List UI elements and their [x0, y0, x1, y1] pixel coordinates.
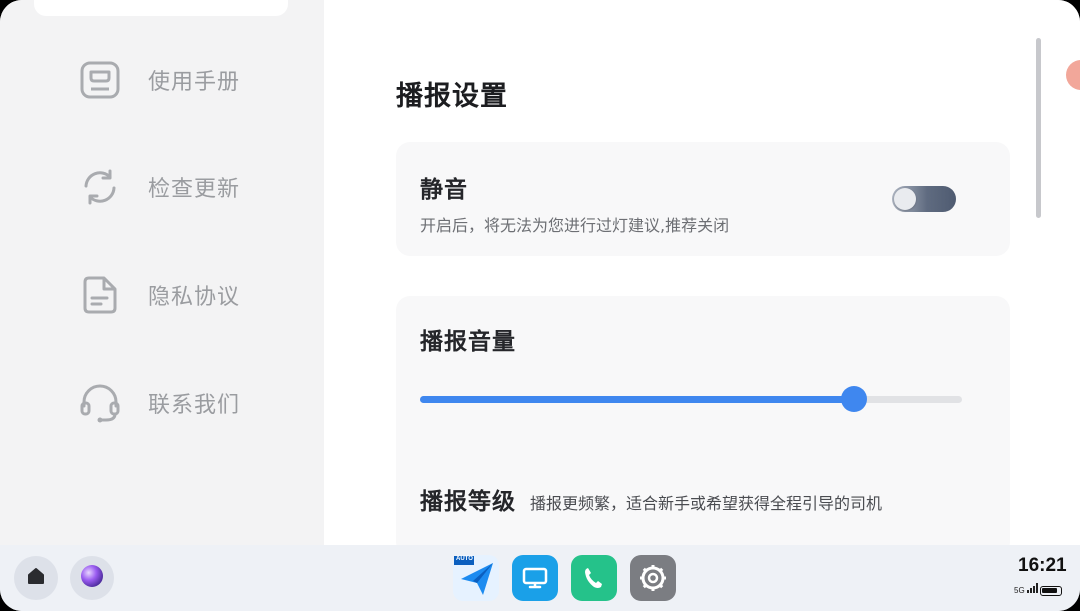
volume-title: 播报音量: [420, 329, 516, 355]
toggle-knob: [894, 188, 916, 210]
assistant-button[interactable]: [70, 556, 114, 600]
network-label: 5G: [1014, 586, 1025, 595]
dock: AUTO 16:21 5G: [0, 545, 1080, 611]
refresh-icon: [78, 165, 122, 209]
floating-edge-button[interactable]: [1066, 60, 1080, 90]
screen: 使用手册 检查更新 隐私协议 联系我们 播报设置 静音 开启后，将无法为您进行过…: [0, 0, 1080, 611]
broadcast-level-row[interactable]: 播报等级 播报更频繁，适合新手或希望获得全程引导的司机: [420, 482, 882, 516]
sidebar-item-label: 隐私协议: [148, 285, 241, 310]
sidebar-item-label: 使用手册: [148, 70, 241, 95]
assistant-orb-icon: [80, 564, 104, 592]
network-indicator: 5G: [1014, 583, 1039, 595]
screen-app-icon[interactable]: [512, 555, 558, 601]
scrollbar[interactable]: [1036, 38, 1041, 218]
sidebar-item-check-update[interactable]: 检查更新: [78, 163, 298, 211]
sidebar-item-contact[interactable]: 联系我们: [78, 379, 298, 427]
sidebar: 使用手册 检查更新 隐私协议 联系我们: [0, 0, 324, 545]
main-content: 播报设置 静音 开启后，将无法为您进行过灯建议,推荐关闭 播报音量 播报等级 播…: [324, 0, 1080, 556]
page-title: 播报设置: [396, 81, 508, 112]
headset-icon: [78, 381, 122, 425]
status-clock: 16:21: [1018, 555, 1067, 576]
mute-toggle[interactable]: [892, 186, 956, 212]
volume-card: 播报音量 播报等级 播报更频繁，适合新手或希望获得全程引导的司机: [396, 296, 1010, 556]
mute-title: 静音: [420, 177, 468, 203]
battery-level: [1042, 588, 1058, 593]
settings-app-icon[interactable]: [630, 555, 676, 601]
auto-badge: AUTO: [456, 556, 473, 562]
signal-icon: [1026, 583, 1039, 595]
sidebar-item-label: 检查更新: [148, 177, 241, 202]
sidebar-top-card: [34, 0, 288, 16]
mute-description: 开启后，将无法为您进行过灯建议,推荐关闭: [420, 216, 730, 235]
phone-app-icon[interactable]: [571, 555, 617, 601]
document-icon: [78, 273, 122, 317]
sidebar-item-label: 联系我们: [148, 393, 241, 418]
home-button[interactable]: [14, 556, 58, 600]
slider-thumb[interactable]: [840, 386, 867, 412]
mute-card: 静音 开启后，将无法为您进行过灯建议,推荐关闭: [396, 142, 1010, 256]
sidebar-item-manual[interactable]: 使用手册: [78, 56, 298, 104]
navigation-app-icon[interactable]: AUTO: [453, 555, 499, 601]
slider-fill: [420, 396, 854, 403]
manual-icon: [78, 58, 122, 102]
sidebar-item-privacy[interactable]: 隐私协议: [78, 271, 298, 319]
broadcast-level-title: 播报等级: [420, 489, 516, 515]
volume-slider[interactable]: [420, 386, 962, 412]
home-icon: [27, 567, 45, 589]
broadcast-level-description: 播报更频繁，适合新手或希望获得全程引导的司机: [530, 494, 883, 513]
battery-icon: [1040, 586, 1062, 596]
